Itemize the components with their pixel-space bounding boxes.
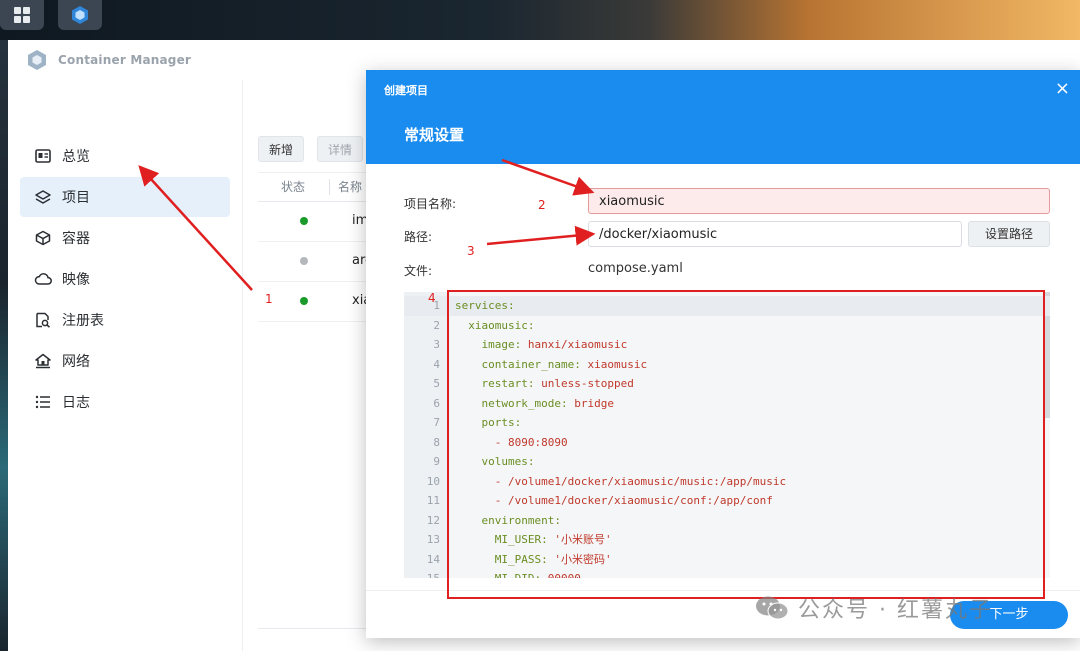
sidebar-item-overview[interactable]: 总览 xyxy=(20,136,230,176)
dialog-title: 创建项目 xyxy=(384,84,428,97)
line-number: 13 xyxy=(426,533,440,546)
annotation-label-4: 4 xyxy=(428,291,436,305)
sidebar-item-label: 日志 xyxy=(62,395,90,411)
line-number: 2 xyxy=(433,318,440,332)
registry-search-icon xyxy=(34,311,52,329)
project-name-input[interactable] xyxy=(588,188,1050,214)
column-header-name[interactable]: 名称 xyxy=(338,173,362,201)
overview-icon xyxy=(34,147,52,165)
app-logo-icon xyxy=(28,50,46,70)
watermark: 公众号 · 红薯丸子 xyxy=(754,592,993,624)
path-label: 路径: xyxy=(404,230,433,244)
line-number: 15 xyxy=(404,569,440,578)
annotation-label-2: 2 xyxy=(538,198,546,212)
set-path-button[interactable]: 设置路径 xyxy=(968,221,1050,247)
watermark-text: 公众号 · 红薯丸子 xyxy=(798,598,993,623)
sidebar-item-label: 总览 xyxy=(62,149,90,165)
sidebar-item-log[interactable]: 日志 xyxy=(20,382,230,422)
status-running-icon xyxy=(300,217,308,225)
container-manager-icon xyxy=(72,6,88,24)
layers-icon xyxy=(34,188,52,206)
main-menu-button[interactable] xyxy=(0,0,44,30)
close-icon[interactable]: × xyxy=(1055,80,1070,98)
sidebar: 总览 项目 容器 映像 注册表 网络 日志 xyxy=(8,80,243,651)
sidebar-item-project[interactable]: 项目 xyxy=(20,177,230,217)
line-number: 11 xyxy=(426,494,440,507)
sidebar-item-label: 容器 xyxy=(62,231,90,247)
new-project-button[interactable]: 新增 xyxy=(258,136,305,162)
annotation-label-1: 1 xyxy=(265,292,273,306)
sidebar-item-label: 项目 xyxy=(62,190,90,206)
sidebar-item-container[interactable]: 容器 xyxy=(20,218,230,258)
line-number: 4 xyxy=(433,357,440,371)
cube-icon xyxy=(34,229,52,247)
sidebar-item-image[interactable]: 映像 xyxy=(20,259,230,299)
project-name-label: 项目名称: xyxy=(404,197,457,211)
column-header-status[interactable]: 状态 xyxy=(281,173,305,201)
file-label: 文件: xyxy=(404,264,433,278)
sidebar-item-label: 映像 xyxy=(62,272,90,288)
line-number: 12 xyxy=(426,513,440,527)
line-number: 5 xyxy=(433,377,440,390)
line-number: 7 xyxy=(433,416,440,429)
detail-button[interactable]: 详情 xyxy=(317,136,364,162)
line-number: 3 xyxy=(433,338,440,351)
cloud-icon xyxy=(34,270,52,288)
desktop-taskbar xyxy=(0,0,1080,40)
section-title: 常规设置 xyxy=(404,126,465,144)
path-input[interactable] xyxy=(588,221,962,247)
list-icon xyxy=(34,393,52,411)
line-number: 6 xyxy=(433,396,440,410)
network-home-icon xyxy=(34,352,52,370)
status-running-icon xyxy=(300,297,308,305)
sidebar-item-registry[interactable]: 注册表 xyxy=(20,300,230,340)
line-number: 9 xyxy=(433,455,440,468)
dialog-header: 创建项目 × 常规设置 xyxy=(366,70,1080,164)
footer-divider xyxy=(258,628,378,629)
annotation-box-4 xyxy=(447,290,1045,599)
desktop-left-edge xyxy=(0,40,8,651)
sidebar-item-label: 注册表 xyxy=(62,313,104,329)
grid-icon xyxy=(14,7,30,23)
container-manager-taskbar-button[interactable] xyxy=(58,0,102,30)
file-name: compose.yaml xyxy=(588,261,683,276)
annotation-label-3: 3 xyxy=(467,244,475,258)
column-divider xyxy=(329,179,330,195)
line-number: 8 xyxy=(433,435,440,449)
sidebar-item-label: 网络 xyxy=(62,354,90,370)
line-number: 10 xyxy=(426,474,440,488)
status-stopped-icon xyxy=(300,257,308,265)
sidebar-item-network[interactable]: 网络 xyxy=(20,341,230,381)
wechat-icon xyxy=(756,596,789,620)
line-number: 14 xyxy=(426,552,440,566)
window-title: Container Manager xyxy=(58,53,192,67)
